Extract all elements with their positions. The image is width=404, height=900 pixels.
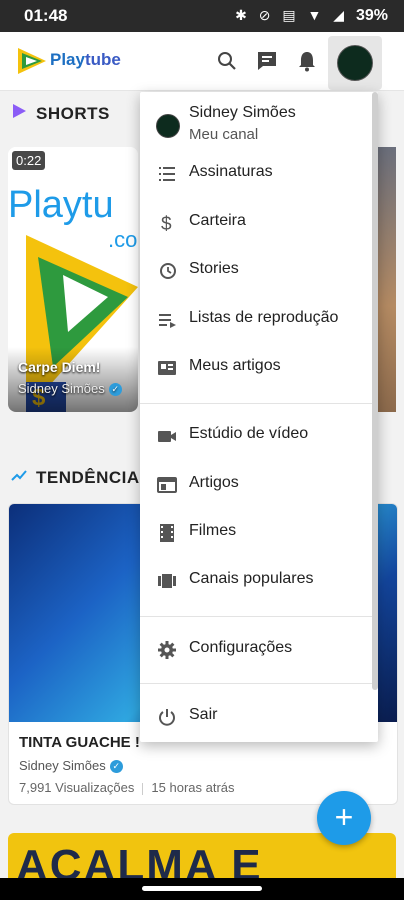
menu-divider [140,403,372,404]
playlist-icon [159,314,176,328]
gear-icon [158,641,176,659]
thumb-text-b: .co [108,227,137,252]
video-meta: 7,991 Visualizações 15 horas atrás [19,780,235,795]
short-title: Carpe Diem! [18,359,101,375]
lte-icon: ▤ [282,7,300,23]
dollar-icon: $ [161,214,172,233]
history-icon [160,263,176,279]
messages-icon[interactable] [254,48,280,74]
film-icon [160,524,174,542]
avatar-button[interactable] [328,36,382,90]
avatar [156,114,180,138]
shorts-icon [13,104,26,118]
signal-icon: ◢ [333,7,349,23]
video-studio-icon [158,431,176,442]
thumb-text-a: Playtu [8,184,114,226]
menu-user-channel[interactable]: Sidney Simões Meu canal [140,92,372,152]
power-icon [159,709,175,726]
mute-icon: ⊘ [258,7,275,23]
bell-icon[interactable] [294,48,320,74]
verified-icon: ✓ [109,760,123,774]
user-name: Sidney Simões [189,104,296,121]
account-menu: Sidney Simões Meu canal Assinaturas $ Ca… [140,92,378,742]
menu-item-films[interactable]: Filmes [140,511,372,555]
battery-level: 39% [355,7,388,24]
menu-item-articles[interactable]: Artigos [140,463,372,507]
system-nav-bar [0,878,404,900]
avatar [337,45,373,81]
wifi-icon: ▼ [307,7,326,23]
my-channel-label: Meu canal [189,126,259,143]
channels-icon [158,574,176,588]
video-title: TINTA GUACHE ! [19,734,140,751]
short-video-card[interactable]: Playtu .co $ 0:22 Carpe Diem! Sidney Sim… [8,147,138,412]
home-gesture-handle[interactable] [142,886,262,891]
app-bar: Playtube [0,32,404,91]
list-icon [159,167,175,181]
menu-item-my-articles[interactable]: Meus artigos [140,346,372,390]
short-author: Sidney Simões ✓ [18,381,122,397]
article-icon [158,361,176,375]
menu-item-settings[interactable]: Configurações [140,628,372,672]
playtube-logo[interactable]: Playtube [16,44,126,78]
menu-item-video-studio[interactable]: Estúdio de vídeo [140,414,372,458]
status-time: 01:48 [24,6,68,25]
verified-icon: ✓ [108,383,122,397]
video-author: Sidney Simões ✓ [19,758,123,774]
menu-item-playlists[interactable]: Listas de reprodução [140,298,372,342]
shorts-header: SHORTS [10,103,110,124]
web-icon [157,477,177,493]
menu-divider [140,616,372,617]
menu-item-logout[interactable]: Sair [140,695,372,739]
menu-item-subscriptions[interactable]: Assinaturas [140,152,372,196]
bluetooth-icon: ✱ [235,7,251,23]
menu-divider [140,683,372,684]
duration-badge: 0:22 [12,151,46,170]
status-bar: 01:48 ✱ ⊘ ▤ ▼ ◢ 39% [0,0,404,32]
trending-icon [11,470,27,481]
add-button[interactable]: + [317,791,371,845]
menu-item-popular-channels[interactable]: Canais populares [140,559,372,603]
search-icon[interactable] [214,48,240,74]
status-icons: ✱ ⊘ ▤ ▼ ◢ 39% [235,7,388,25]
trending-header: TENDÊNCIA [10,467,140,488]
menu-item-stories[interactable]: Stories [140,249,372,293]
playtube-logo-mark [18,48,46,74]
menu-item-wallet[interactable]: $ Carteira [140,201,372,245]
menu-scrollbar[interactable] [372,92,378,690]
svg-text:$: $ [161,214,172,233]
logo-text: Playtube [50,50,121,69]
